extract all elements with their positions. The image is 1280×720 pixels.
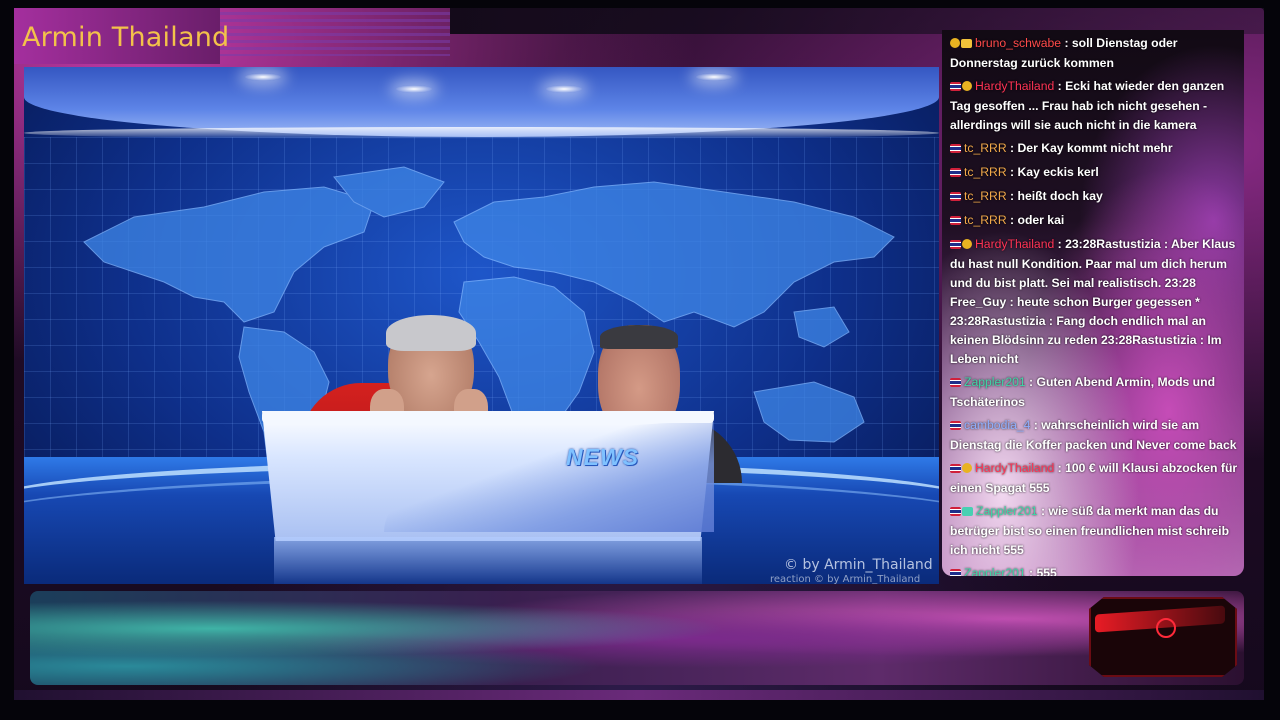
presenter-left-hair xyxy=(386,315,476,351)
flag-badge-icon xyxy=(950,378,961,387)
chat-username[interactable]: bruno_schwabe xyxy=(975,36,1061,50)
chat-panel[interactable]: bruno_schwabe : soll Dienstag oder Donne… xyxy=(942,30,1244,576)
chat-badges xyxy=(950,374,962,393)
news-desk-label: NEWS xyxy=(566,444,639,470)
chat-message: Zappler201 : wie süß da merkt man das du… xyxy=(950,502,1242,560)
chat-text: : Der Kay kommt nicht mehr xyxy=(1006,141,1173,155)
bottom-banner xyxy=(30,591,1244,685)
chat-text: : Kay eckis kerl xyxy=(1006,165,1099,179)
flag-badge-icon xyxy=(950,82,961,91)
decorative-stripes xyxy=(220,12,450,56)
chat-badges xyxy=(950,188,962,207)
flag-badge-icon xyxy=(950,421,961,430)
gold-badge-icon xyxy=(962,463,972,473)
bottom-edge xyxy=(14,690,1264,700)
ceiling-lamp xyxy=(696,73,732,81)
presenter-right-cap xyxy=(600,325,678,349)
gold-badge-icon xyxy=(950,38,960,48)
flag-badge-icon xyxy=(950,507,961,516)
flag-badge-icon xyxy=(950,216,961,225)
green-badge-icon xyxy=(962,507,973,516)
chat-username[interactable]: Zappler201 xyxy=(964,566,1026,576)
ceiling-lamp xyxy=(396,85,432,93)
chat-badges xyxy=(950,35,973,54)
chat-message: bruno_schwabe : soll Dienstag oder Donne… xyxy=(950,34,1242,73)
gold-badge-icon xyxy=(962,81,972,91)
chat-text: : 23:28Rastustizia : Aber Klaus du hast … xyxy=(950,237,1236,366)
news-desk-reflection xyxy=(274,537,702,584)
chat-message: HardyThailand : Ecki hat wieder den ganz… xyxy=(950,77,1242,135)
chat-badges xyxy=(950,212,962,231)
chat-username[interactable]: HardyThailand xyxy=(975,237,1054,251)
flag-badge-icon xyxy=(950,240,961,249)
chat-badges xyxy=(950,164,962,183)
chat-message: Zappler201 : 555 xyxy=(950,564,1242,576)
chat-text: : oder kai xyxy=(1006,213,1065,227)
chat-username[interactable]: HardyThailand xyxy=(975,79,1054,93)
chat-badges xyxy=(950,503,974,522)
flag-badge-icon xyxy=(950,192,961,201)
chat-username[interactable]: Zappler201 xyxy=(964,375,1026,389)
chat-badges xyxy=(950,460,973,479)
chat-username[interactable]: tc_RRR xyxy=(964,189,1007,203)
video-feed[interactable]: NEWS © by Armin_Thailand reaction © by A… xyxy=(24,67,939,584)
chat-badges xyxy=(950,565,962,576)
ceiling-lamp xyxy=(245,73,281,81)
chat-message: HardyThailand : 23:28Rastustizia : Aber … xyxy=(950,235,1242,369)
chat-message: tc_RRR : oder kai xyxy=(950,211,1242,231)
chat-username[interactable]: cambodia_4 xyxy=(964,418,1030,432)
chat-message: tc_RRR : Kay eckis kerl xyxy=(950,163,1242,183)
chat-message: Zappler201 : Guten Abend Armin, Mods und… xyxy=(950,373,1242,412)
chat-text: : heißt doch kay xyxy=(1006,189,1103,203)
chat-message: HardyThailand : 100 € will Klausi abzock… xyxy=(950,459,1242,498)
chat-badges xyxy=(950,236,973,255)
chat-message: tc_RRR : heißt doch kay xyxy=(950,187,1242,207)
chat-username[interactable]: tc_RRR xyxy=(964,165,1007,179)
chat-message: cambodia_4 : wahrscheinlich wird sie am … xyxy=(950,416,1242,455)
video-watermark-sub: reaction © by Armin_Thailand xyxy=(770,574,921,584)
chat-username[interactable]: tc_RRR xyxy=(964,213,1007,227)
chat-username[interactable]: Zappler201 xyxy=(976,504,1038,518)
chat-badges xyxy=(950,417,962,436)
chat-message: tc_RRR : Der Kay kommt nicht mehr xyxy=(950,139,1242,159)
news-desk-top xyxy=(262,411,714,423)
flag-badge-icon xyxy=(950,168,961,177)
chat-username[interactable]: tc_RRR xyxy=(964,141,1007,155)
ceiling-lamp xyxy=(546,85,582,93)
flag-badge-icon xyxy=(950,144,961,153)
video-watermark: © by Armin_Thailand xyxy=(784,557,933,573)
channel-title: Armin Thailand xyxy=(22,22,230,53)
flag-badge-icon xyxy=(950,464,961,473)
chat-badges xyxy=(950,78,973,97)
flag-badge-icon xyxy=(950,569,961,576)
chat-badges xyxy=(950,140,962,159)
gold-badge-icon xyxy=(962,239,972,249)
chat-message-list: bruno_schwabe : soll Dienstag oder Donne… xyxy=(950,34,1242,576)
chat-username[interactable]: HardyThailand xyxy=(975,461,1054,475)
webcam-target-icon xyxy=(1156,618,1176,638)
chat-text: : 555 xyxy=(1025,566,1057,576)
crown-badge-icon xyxy=(961,39,972,48)
